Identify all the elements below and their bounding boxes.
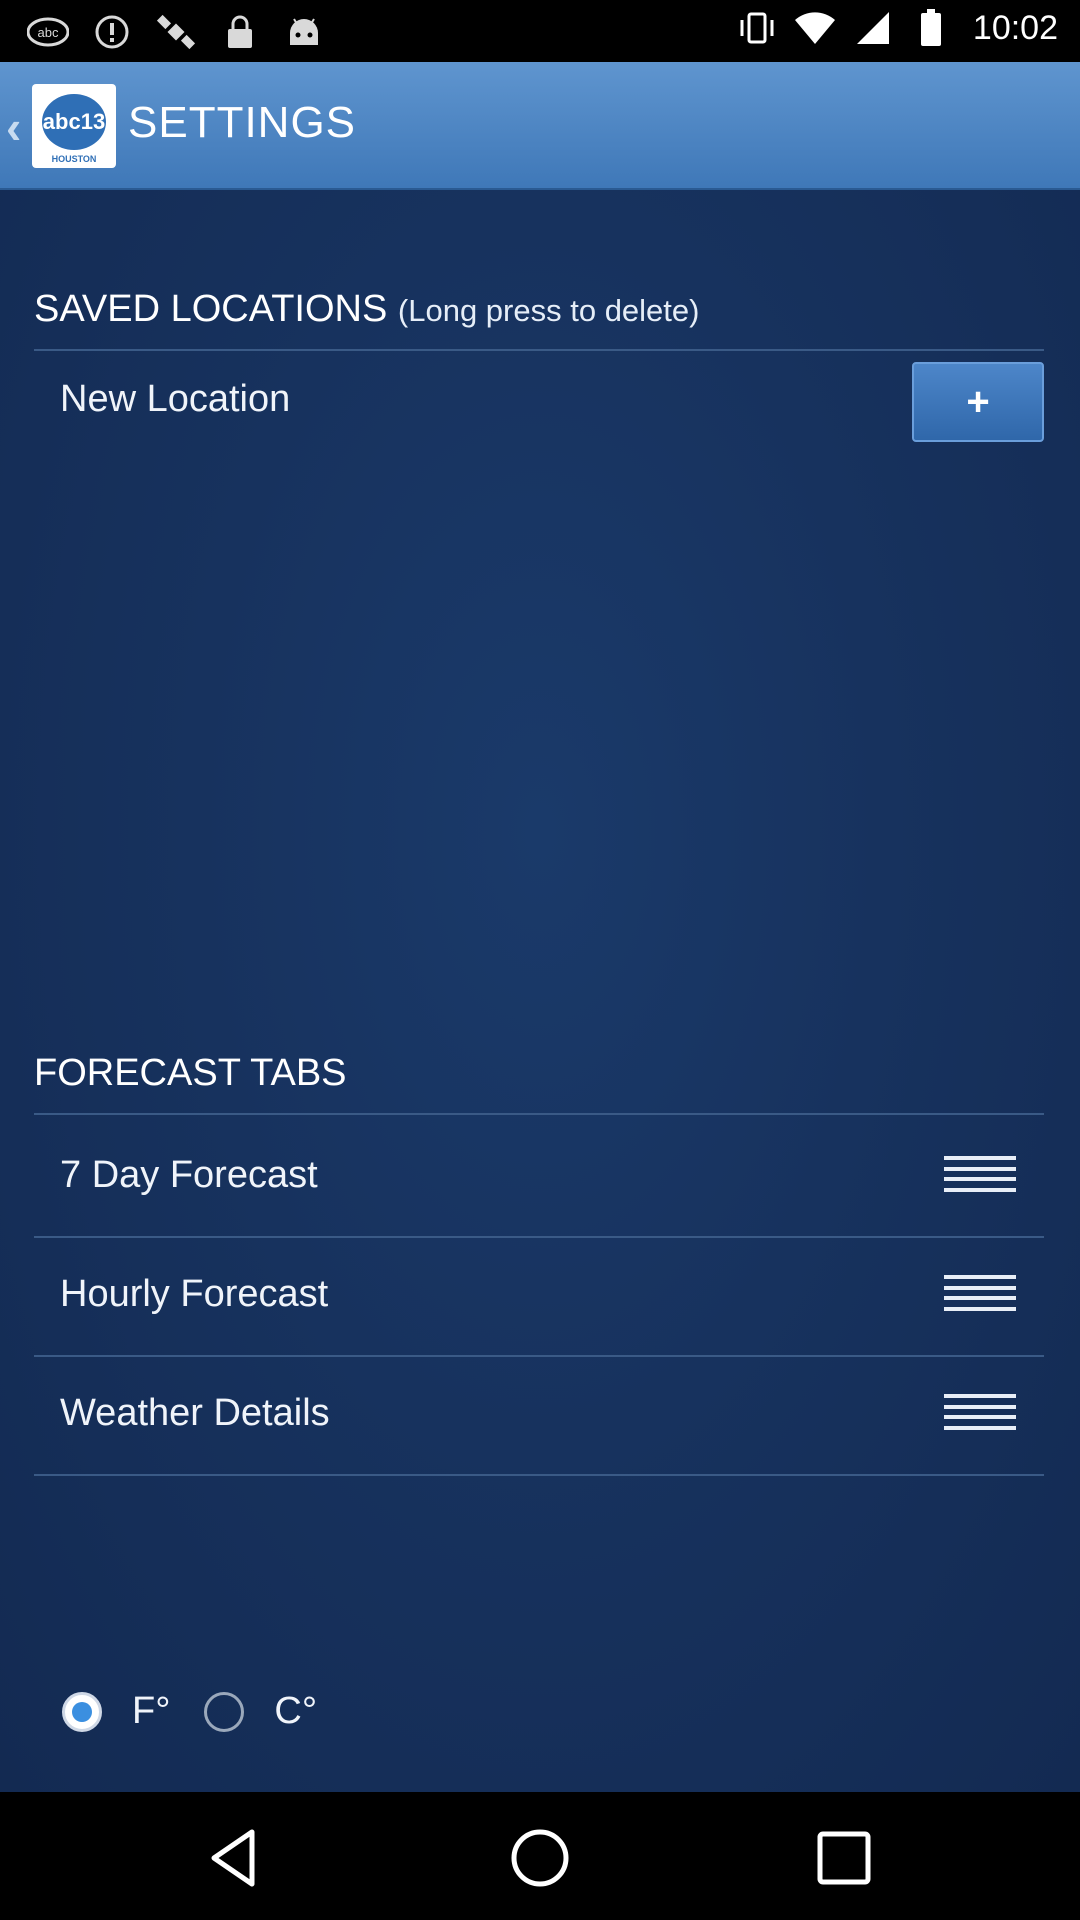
new-location-row[interactable]: New Location + [34,352,1044,470]
vibrate-icon [735,8,779,48]
back-icon[interactable] [202,1826,266,1890]
drag-handle-icon[interactable] [944,1394,1016,1430]
saved-locations-header: SAVED LOCATIONS (Long press to delete) [34,288,1044,351]
abc13-notification-icon: abc [26,12,70,52]
celsius-radio[interactable] [204,1691,245,1732]
info-icon [90,12,134,52]
settings-content: SAVED LOCATIONS (Long press to delete) N… [0,190,1080,1792]
add-location-button[interactable]: + [912,362,1044,442]
celsius-label[interactable]: C° [274,1690,317,1733]
forecast-tabs-header: FORECAST TABS [34,1052,1044,1115]
forecast-tab-row[interactable]: Hourly Forecast [34,1237,1044,1357]
drag-handle-icon[interactable] [944,1275,1016,1311]
navigation-bar [0,1792,1080,1920]
status-bar: abc 10:02 [0,0,1080,62]
drag-handle-icon[interactable] [944,1156,1016,1192]
page-title: SETTINGS [128,98,357,147]
forecast-tab-label: Hourly Forecast [60,1273,329,1315]
wifi-icon [793,8,837,48]
new-location-label: New Location [60,378,291,420]
svg-text:abc: abc [38,25,59,40]
home-icon[interactable] [508,1826,572,1890]
forecast-tab-label: 7 Day Forecast [60,1154,318,1196]
fahrenheit-label[interactable]: F° [132,1690,170,1733]
fahrenheit-radio[interactable] [62,1691,102,1732]
forecast-tab-row[interactable]: Weather Details [34,1356,1044,1476]
saved-locations-title: SAVED LOCATIONS [34,288,388,330]
fake-gps-satellite-icon [154,12,198,52]
saved-locations-hint: (Long press to delete) [397,293,700,328]
status-time: 10:02 [972,8,1058,47]
forecast-tab-label: Weather Details [60,1392,330,1434]
recent-apps-icon[interactable] [812,1826,876,1890]
lock-icon [218,12,262,52]
temperature-unit-selector: F° C° [62,1690,351,1733]
back-chevron-icon[interactable]: ‹ [6,100,21,154]
forecast-tab-row[interactable]: 7 Day Forecast [34,1118,1044,1238]
android-icon [282,12,326,52]
abc13-houston-logo[interactable]: abc13 HOUSTON [32,84,116,168]
app-bar: ‹ abc13 HOUSTON SETTINGS [0,62,1080,190]
logo-subtext: HOUSTON [51,154,97,164]
logo-text: abc13 [42,94,106,150]
signal-icon [851,8,895,48]
battery-icon [909,8,953,48]
